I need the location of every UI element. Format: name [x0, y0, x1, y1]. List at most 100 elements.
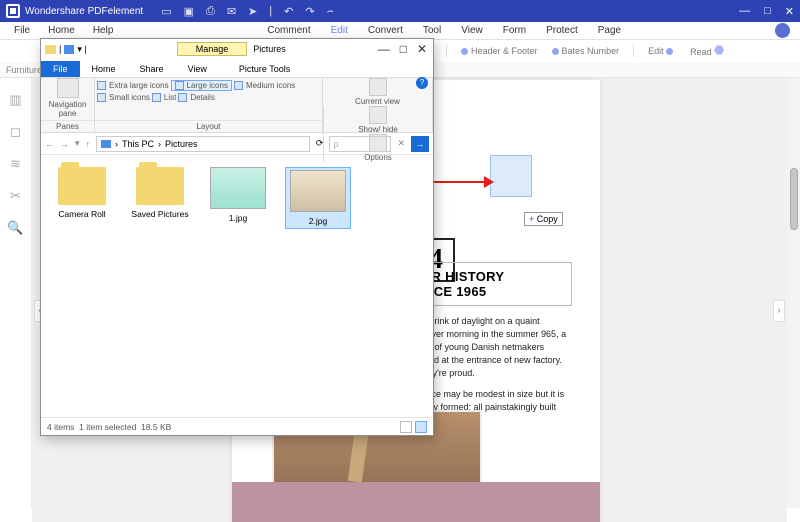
edit-toggle[interactable]: Edit	[648, 46, 676, 56]
menu-edit[interactable]: Edit	[331, 25, 348, 36]
refresh-button[interactable]: ⟳	[316, 138, 324, 149]
address-path[interactable]: › This PC › Pictures	[96, 136, 310, 152]
explorer-dropdown-icon[interactable]	[64, 45, 74, 54]
toolbar-separator	[446, 45, 447, 57]
search-icon[interactable]: 🔍	[7, 220, 23, 236]
next-page-button[interactable]: ›	[773, 300, 785, 322]
nav-history-dropdown[interactable]: ▾	[75, 138, 80, 149]
explorer-manage-tab[interactable]: Manage	[177, 42, 248, 56]
ribbon-tab-picture-tools[interactable]: Picture Tools	[227, 61, 302, 77]
menu-protect[interactable]: Protect	[546, 25, 578, 36]
layers-icon[interactable]: ≋	[10, 156, 21, 172]
navigation-pane-icon[interactable]	[57, 78, 79, 98]
explorer-minimize-button[interactable]: —	[378, 42, 390, 56]
menu-comment[interactable]: Comment	[267, 25, 310, 36]
scrollbar-thumb[interactable]	[790, 168, 798, 230]
ribbon-tab-view[interactable]: View	[176, 61, 219, 77]
pink-bar	[232, 482, 600, 522]
layout-list[interactable]: List	[152, 93, 176, 102]
path-seg-pictures[interactable]: Pictures	[165, 139, 198, 149]
file-item[interactable]: Camera Roll	[51, 167, 113, 229]
path-seg-1[interactable]: ›	[158, 139, 161, 149]
read-toggle[interactable]: Read	[690, 45, 724, 57]
menu-view[interactable]: View	[461, 25, 483, 36]
layout-details[interactable]: Details	[178, 93, 214, 102]
explorer-location-title: Pictures	[253, 44, 286, 54]
image-thumbnail	[210, 167, 266, 209]
navigation-pane-label[interactable]: Navigation pane	[41, 100, 94, 118]
user-avatar-icon[interactable]	[775, 23, 790, 38]
tb-folder-icon[interactable]: ▭	[161, 5, 171, 18]
thumbnails-icon[interactable]: ▥	[9, 92, 21, 108]
explorer-close-button[interactable]: ✕	[417, 42, 427, 56]
search-clear-button[interactable]: ✕	[397, 138, 405, 149]
menu-form[interactable]: Form	[503, 25, 526, 36]
layout-large[interactable]: Large icons	[171, 80, 232, 91]
tb-redo-icon[interactable]: ↷	[305, 5, 314, 18]
explorer-maximize-button[interactable]: □	[400, 42, 407, 56]
nav-forward-button[interactable]: →	[60, 139, 69, 149]
explorer-titlebar[interactable]: | ▾ | Manage Pictures — □ ✕	[41, 39, 433, 59]
tb-cloud-icon[interactable]: ⌢	[327, 5, 334, 18]
explorer-title-chevron: ▾ |	[77, 44, 86, 55]
ribbon-tab-share[interactable]: Share	[128, 61, 176, 77]
tb-send-icon[interactable]: ➤	[248, 5, 257, 18]
vertical-scrollbar[interactable]	[787, 78, 800, 508]
go-button[interactable]: →	[411, 136, 429, 152]
layout-medium[interactable]: Medium icons	[234, 80, 295, 91]
ribbon-tab-home[interactable]: Home	[80, 61, 128, 77]
bates-number-button[interactable]: Bates Number	[552, 46, 620, 56]
window-minimize-button[interactable]: —	[739, 5, 750, 18]
menu-file[interactable]: File	[14, 25, 30, 36]
attachment-icon[interactable]: ✂	[10, 188, 21, 204]
drop-preview	[490, 155, 532, 197]
menu-tool[interactable]: Tool	[423, 25, 441, 36]
explorer-ribbon-tabs: File Home Share View Picture Tools	[41, 59, 433, 77]
explorer-body[interactable]: Camera Roll Saved Pictures 1.jpg 2.jpg	[41, 155, 433, 415]
tb-email-icon[interactable]: ✉	[227, 5, 236, 18]
tb-undo-icon[interactable]: ↶	[284, 5, 293, 18]
menu-help[interactable]: Help	[93, 25, 114, 36]
nav-back-button[interactable]: ←	[45, 139, 54, 149]
file-item[interactable]: 1.jpg	[207, 167, 269, 229]
layout-small[interactable]: Small icons	[97, 93, 150, 102]
explorer-ribbon: Navigation pane Panes Extra large icons …	[41, 77, 433, 133]
history-box: JR HISTORY NCE 1965	[417, 262, 572, 306]
view-details-icon[interactable]	[400, 421, 412, 433]
show-hide-label[interactable]: Show/ hide	[358, 125, 398, 134]
paragraph-1: he brink of daylight on a quaint couver …	[417, 315, 567, 380]
window-close-button[interactable]: ✕	[785, 5, 794, 18]
annotation-arrow-head	[484, 176, 494, 188]
menu-home[interactable]: Home	[48, 25, 75, 36]
ribbon-group-layout-label: Layout	[95, 120, 322, 132]
path-icon	[101, 140, 111, 148]
current-view-label[interactable]: Current view	[355, 97, 400, 106]
status-size: 18.5 KB	[141, 422, 171, 432]
view-large-icon[interactable]	[415, 421, 427, 433]
file-item[interactable]: 2.jpg	[285, 167, 351, 229]
status-selected: 1 item selected	[79, 422, 136, 432]
left-sidebar: ▥ ◻ ≋ ✂ 🔍	[0, 78, 32, 508]
path-seg-thispc[interactable]: This PC	[122, 139, 154, 149]
tb-print-icon[interactable]: ⎙	[206, 5, 215, 18]
ribbon-group-panes-label: Panes	[41, 120, 94, 132]
header-footer-button[interactable]: Header & Footer	[461, 46, 538, 56]
file-item[interactable]: Saved Pictures	[129, 167, 191, 229]
ribbon-tab-file[interactable]: File	[41, 61, 80, 77]
tb-save-icon[interactable]: ▣	[184, 5, 194, 18]
ribbon-group-layout: Extra large icons Large icons Medium ico…	[95, 78, 323, 132]
nav-up-button[interactable]: ↑	[86, 139, 91, 149]
explorer-search-input[interactable]: ρ	[329, 136, 391, 152]
current-view-icon[interactable]	[369, 78, 387, 96]
layout-extra-large[interactable]: Extra large icons	[97, 80, 169, 91]
show-hide-icon[interactable]	[369, 106, 387, 124]
window-maximize-button[interactable]: □	[764, 5, 771, 18]
menu-page[interactable]: Page	[598, 25, 621, 36]
app-titlebar: Wondershare PDFelement ▭ ▣ ⎙ ✉ ➤ | ↶ ↷ ⌢…	[0, 0, 800, 22]
menu-convert[interactable]: Convert	[368, 25, 403, 36]
toolbar-separator	[633, 45, 634, 57]
ribbon-help-icon[interactable]: ?	[416, 77, 428, 89]
bookmark-icon[interactable]: ◻	[10, 124, 21, 140]
image-thumbnail	[290, 170, 346, 212]
path-seg-0[interactable]: ›	[115, 139, 118, 149]
